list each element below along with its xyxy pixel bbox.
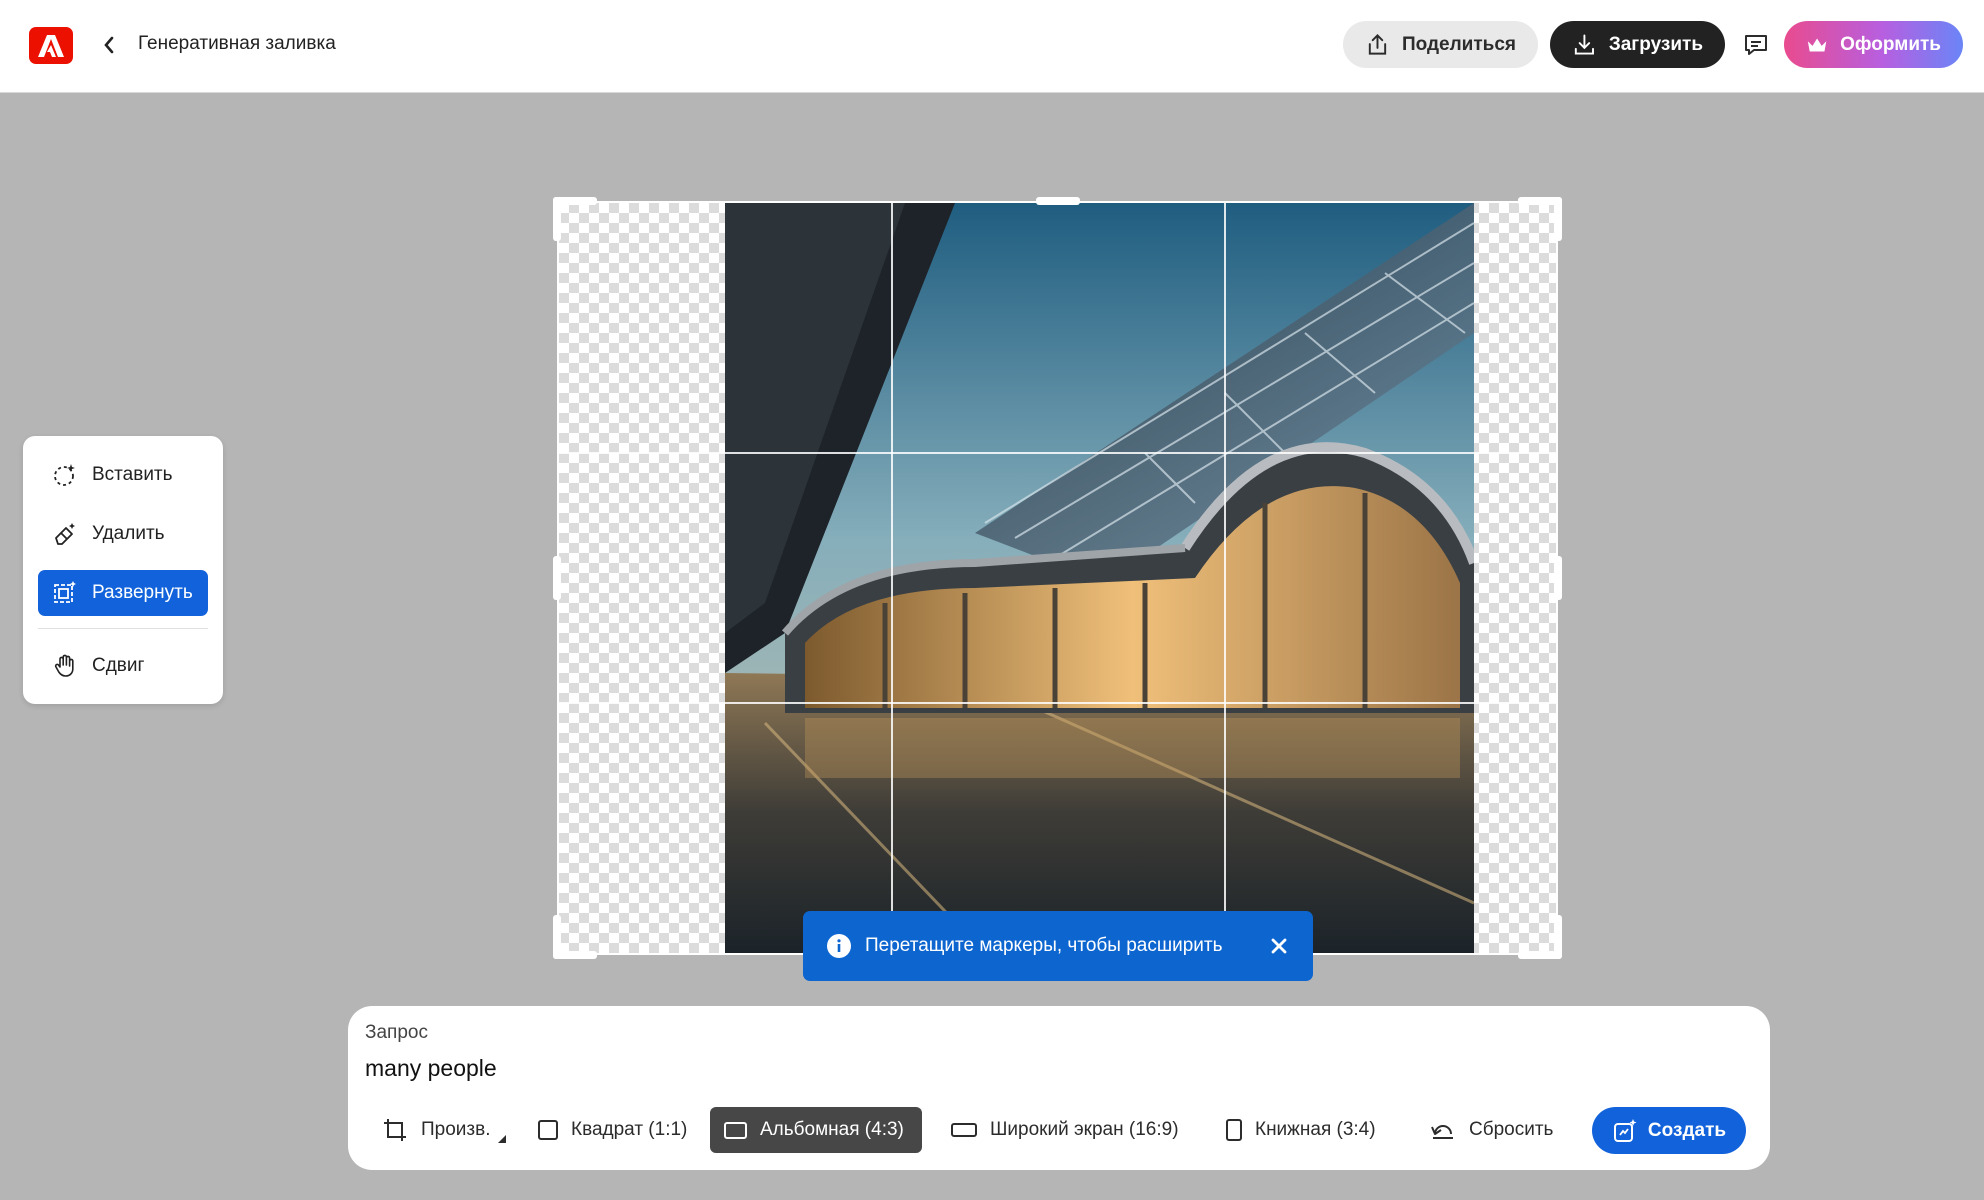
- tool-label: Развернуть: [92, 582, 193, 603]
- resize-handle-top[interactable]: [1036, 197, 1080, 205]
- page-title: Генеративная заливка: [138, 33, 336, 54]
- hand-icon: [54, 654, 74, 677]
- grid-line: [891, 203, 893, 953]
- grid-line: [1224, 203, 1226, 953]
- prompt-input[interactable]: [365, 1051, 1745, 1085]
- ratio-label: Альбомная (4:3): [760, 1119, 904, 1140]
- ratio-label: Широкий экран (16:9): [990, 1119, 1179, 1140]
- ratio-label: Сбросить: [1469, 1119, 1554, 1140]
- tool-divider: [38, 628, 208, 629]
- canvas-image: [725, 203, 1474, 953]
- ratio-portrait[interactable]: Книжная (3:4): [1212, 1107, 1390, 1153]
- crop-icon: [384, 1119, 406, 1141]
- ratio-label: Книжная (3:4): [1255, 1119, 1376, 1140]
- resize-handle-left[interactable]: [553, 556, 561, 600]
- info-icon: [827, 934, 851, 958]
- square-icon: [538, 1120, 558, 1140]
- grid-line: [559, 452, 1556, 454]
- share-button[interactable]: Поделиться: [1343, 21, 1538, 68]
- tool-expand[interactable]: Развернуть: [38, 570, 208, 616]
- chevron-left-icon: [104, 36, 114, 54]
- tool-remove[interactable]: Удалить: [38, 511, 208, 557]
- reset-icon: [1431, 1125, 1453, 1139]
- generate-icon: [1613, 1118, 1637, 1142]
- toast-text: Перетащите маркеры, чтобы расширить: [865, 935, 1223, 956]
- ratio-landscape[interactable]: Альбомная (4:3): [710, 1107, 922, 1153]
- share-icon: [1368, 33, 1387, 55]
- back-button[interactable]: [96, 31, 122, 59]
- tool-label: Удалить: [92, 523, 165, 544]
- widescreen-icon: [951, 1123, 977, 1137]
- download-button[interactable]: Загрузить: [1550, 21, 1725, 68]
- ratio-widescreen[interactable]: Широкий экран (16:9): [937, 1107, 1193, 1153]
- resize-handle-top-left[interactable]: [553, 197, 561, 241]
- download-icon: [1574, 33, 1594, 55]
- close-button[interactable]: [1267, 934, 1291, 958]
- ratio-square[interactable]: Квадрат (1:1): [524, 1107, 701, 1153]
- download-label: Загрузить: [1608, 33, 1703, 55]
- design-button[interactable]: Оформить: [1784, 21, 1963, 68]
- expand-icon: [54, 581, 76, 603]
- crown-icon: [1807, 38, 1827, 51]
- landscape-icon: [724, 1121, 747, 1139]
- resize-handle-top-right[interactable]: [1554, 197, 1562, 241]
- ratio-label: Произв.: [421, 1119, 491, 1140]
- reset-button[interactable]: Сбросить: [1416, 1107, 1567, 1153]
- prompt-label: Запрос: [365, 1022, 428, 1043]
- design-label: Оформить: [1840, 33, 1941, 55]
- hint-toast: Перетащите маркеры, чтобы расширить: [803, 911, 1313, 981]
- app-header: Генеративная заливка Поделиться Загрузит…: [0, 0, 1984, 93]
- resize-handle-right[interactable]: [1554, 556, 1562, 600]
- eraser-icon: [55, 523, 75, 545]
- ratio-custom[interactable]: Произв.: [368, 1107, 520, 1153]
- ratio-label: Квадрат (1:1): [571, 1119, 688, 1140]
- resize-handle-bottom-right[interactable]: [1554, 915, 1562, 959]
- adobe-logo[interactable]: [29, 27, 73, 64]
- adobe-icon: [38, 34, 64, 57]
- tool-panel: Вставить Удалить Развернуть Сдвиг: [23, 436, 223, 704]
- resize-handle-bottom-left[interactable]: [553, 915, 561, 959]
- generate-label: Создать: [1647, 1119, 1727, 1141]
- portrait-icon: [1226, 1119, 1242, 1141]
- comment-button[interactable]: [1741, 30, 1771, 60]
- tool-pan[interactable]: Сдвиг: [38, 643, 208, 689]
- insert-icon: [54, 464, 75, 486]
- generate-button[interactable]: Создать: [1592, 1107, 1746, 1154]
- canvas-expand-area[interactable]: [553, 197, 1562, 959]
- tool-label: Сдвиг: [92, 655, 145, 676]
- comment-icon: [1745, 35, 1767, 55]
- close-icon: [1271, 938, 1287, 954]
- prompt-panel: Запрос Произв. Квадрат (1:1) Альбомная (…: [348, 1006, 1770, 1170]
- grid-line: [559, 702, 1556, 704]
- share-label: Поделиться: [1401, 33, 1516, 55]
- tool-insert[interactable]: Вставить: [38, 452, 208, 498]
- tool-label: Вставить: [92, 464, 173, 485]
- corner-triangle-icon: [497, 1135, 506, 1143]
